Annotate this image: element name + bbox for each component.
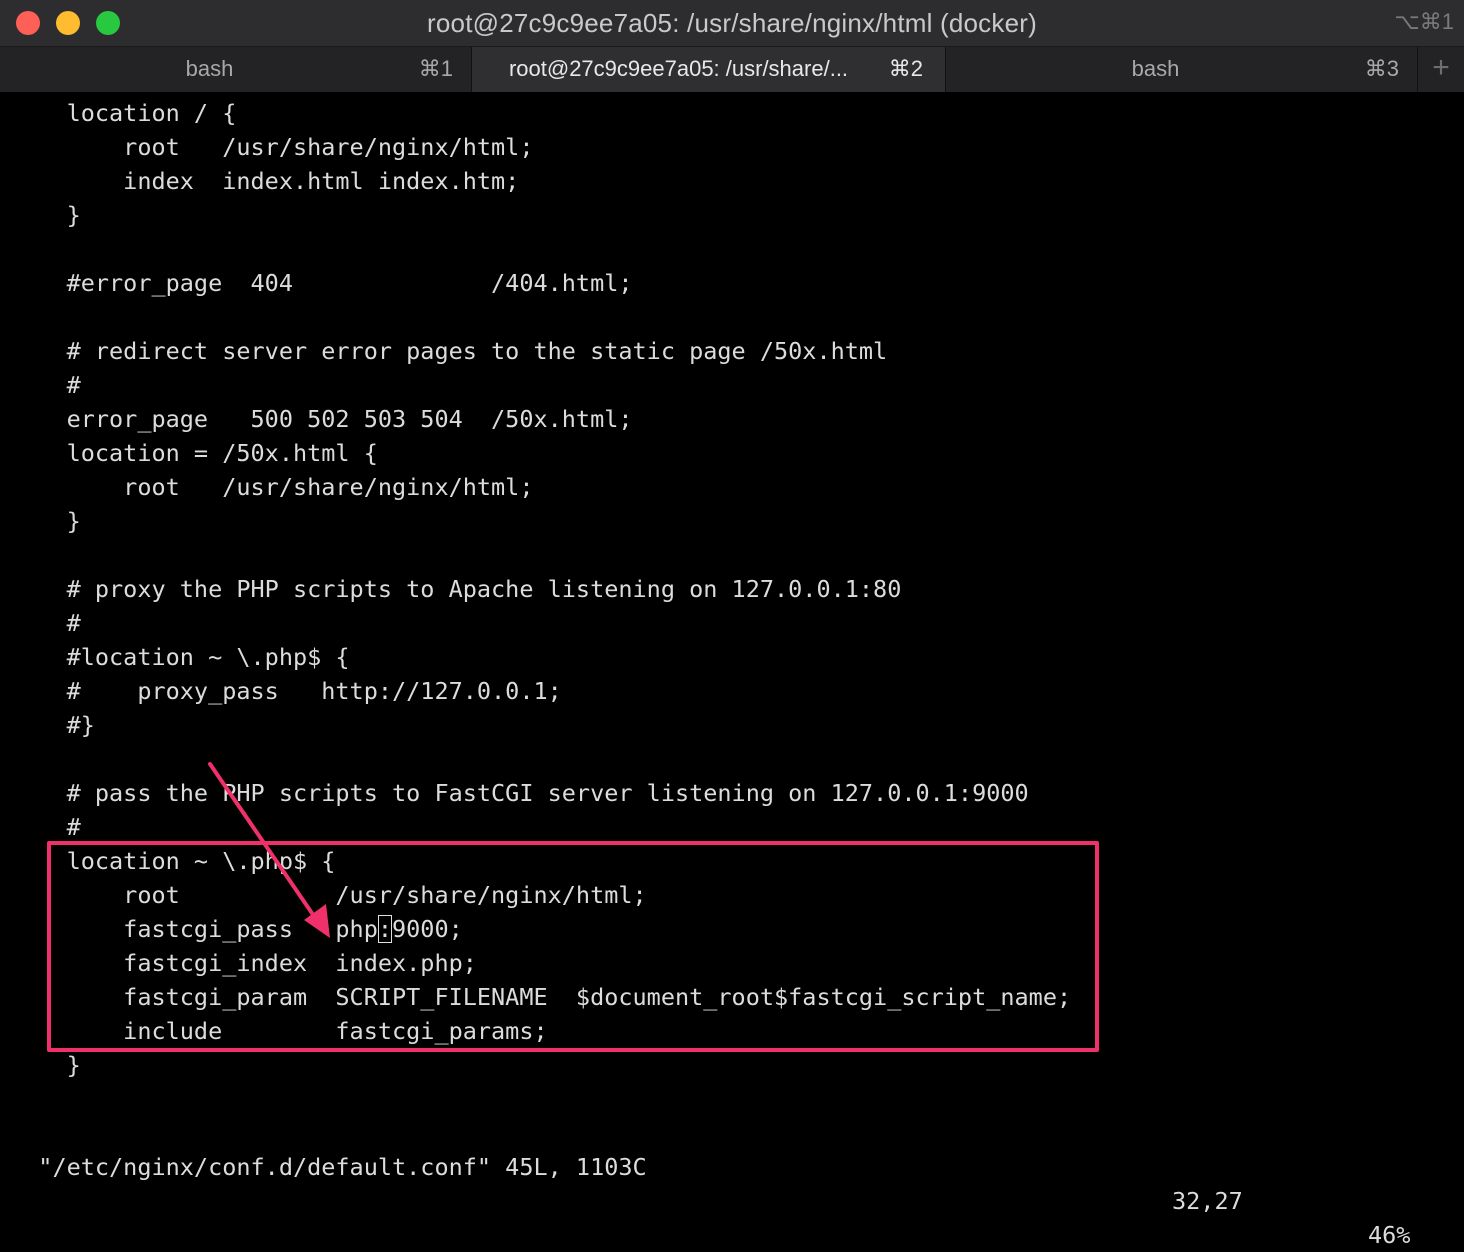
code-line: # pass the PHP scripts to FastCGI server…: [10, 779, 1029, 807]
code-line: #: [10, 609, 81, 637]
code-line: location ~ \.php$ {: [10, 847, 336, 875]
title-bar: root@27c9c9ee7a05: /usr/share/nginx/html…: [0, 0, 1464, 47]
code-line-cursor: fastcgi_pass php:9000;: [10, 912, 1450, 946]
tab-docker[interactable]: root@27c9c9ee7a05: /usr/share/... ⌘2: [472, 47, 946, 92]
code-line: fastcgi_param SCRIPT_FILENAME $document_…: [10, 983, 1072, 1011]
code-text: fastcgi_pass php: [10, 915, 378, 943]
code-line: #}: [10, 711, 95, 739]
tab-bash-1[interactable]: bash ⌘1: [0, 47, 472, 92]
code-line: root /usr/share/nginx/html;: [10, 881, 647, 909]
status-scroll-percent: 46%: [1368, 1221, 1411, 1249]
status-file-info: "/etc/nginx/conf.d/default.conf" 45L, 11…: [38, 1153, 647, 1181]
code-line: #location ~ \.php$ {: [10, 643, 350, 671]
code-line: index index.html index.htm;: [10, 167, 520, 195]
code-line: #error_page 404 /404.html;: [10, 269, 633, 297]
code-line: #: [10, 371, 81, 399]
tab-shortcut: ⌘3: [1364, 56, 1399, 81]
tab-label: bash: [185, 56, 234, 81]
code-text: 9000;: [392, 915, 463, 943]
code-line: }: [10, 201, 81, 229]
code-line: # proxy the PHP scripts to Apache listen…: [10, 575, 902, 603]
code-line: include fastcgi_params;: [10, 1017, 548, 1045]
code-line: }: [10, 1051, 81, 1079]
code-line: location / {: [10, 99, 237, 127]
window-shortcut: ⌥⌘1: [1394, 9, 1454, 34]
window-title: root@27c9c9ee7a05: /usr/share/nginx/html…: [427, 8, 1037, 38]
code-line: error_page 500 502 503 504 /50x.html;: [10, 405, 633, 433]
new-tab-button[interactable]: +: [1418, 47, 1464, 92]
code-line: root /usr/share/nginx/html;: [10, 133, 534, 161]
vim-status-line: "/etc/nginx/conf.d/default.conf" 45L, 11…: [10, 1116, 1450, 1249]
code-line: location = /50x.html {: [10, 439, 378, 467]
code-line: #: [10, 813, 81, 841]
code-line: # proxy_pass http://127.0.0.1;: [10, 677, 562, 705]
code-line: fastcgi_index index.php;: [10, 949, 477, 977]
code-line: root /usr/share/nginx/html;: [10, 473, 534, 501]
tab-label: bash: [1131, 56, 1180, 81]
tab-label: root@27c9c9ee7a05: /usr/share/...: [508, 56, 849, 81]
tab-shortcut: ⌘2: [888, 56, 923, 81]
tab-bar: bash ⌘1 root@27c9c9ee7a05: /usr/share/..…: [0, 47, 1464, 92]
text-cursor: :: [377, 915, 393, 943]
code-line: }: [10, 507, 81, 535]
code-line: # redirect server error pages to the sta…: [10, 337, 888, 365]
tab-bash-3[interactable]: bash ⌘3: [946, 47, 1418, 92]
vim-editor[interactable]: location / { root /usr/share/nginx/html;…: [10, 96, 1450, 1106]
status-cursor-position: 32,27: [1172, 1187, 1243, 1215]
tab-shortcut: ⌘1: [418, 56, 453, 81]
